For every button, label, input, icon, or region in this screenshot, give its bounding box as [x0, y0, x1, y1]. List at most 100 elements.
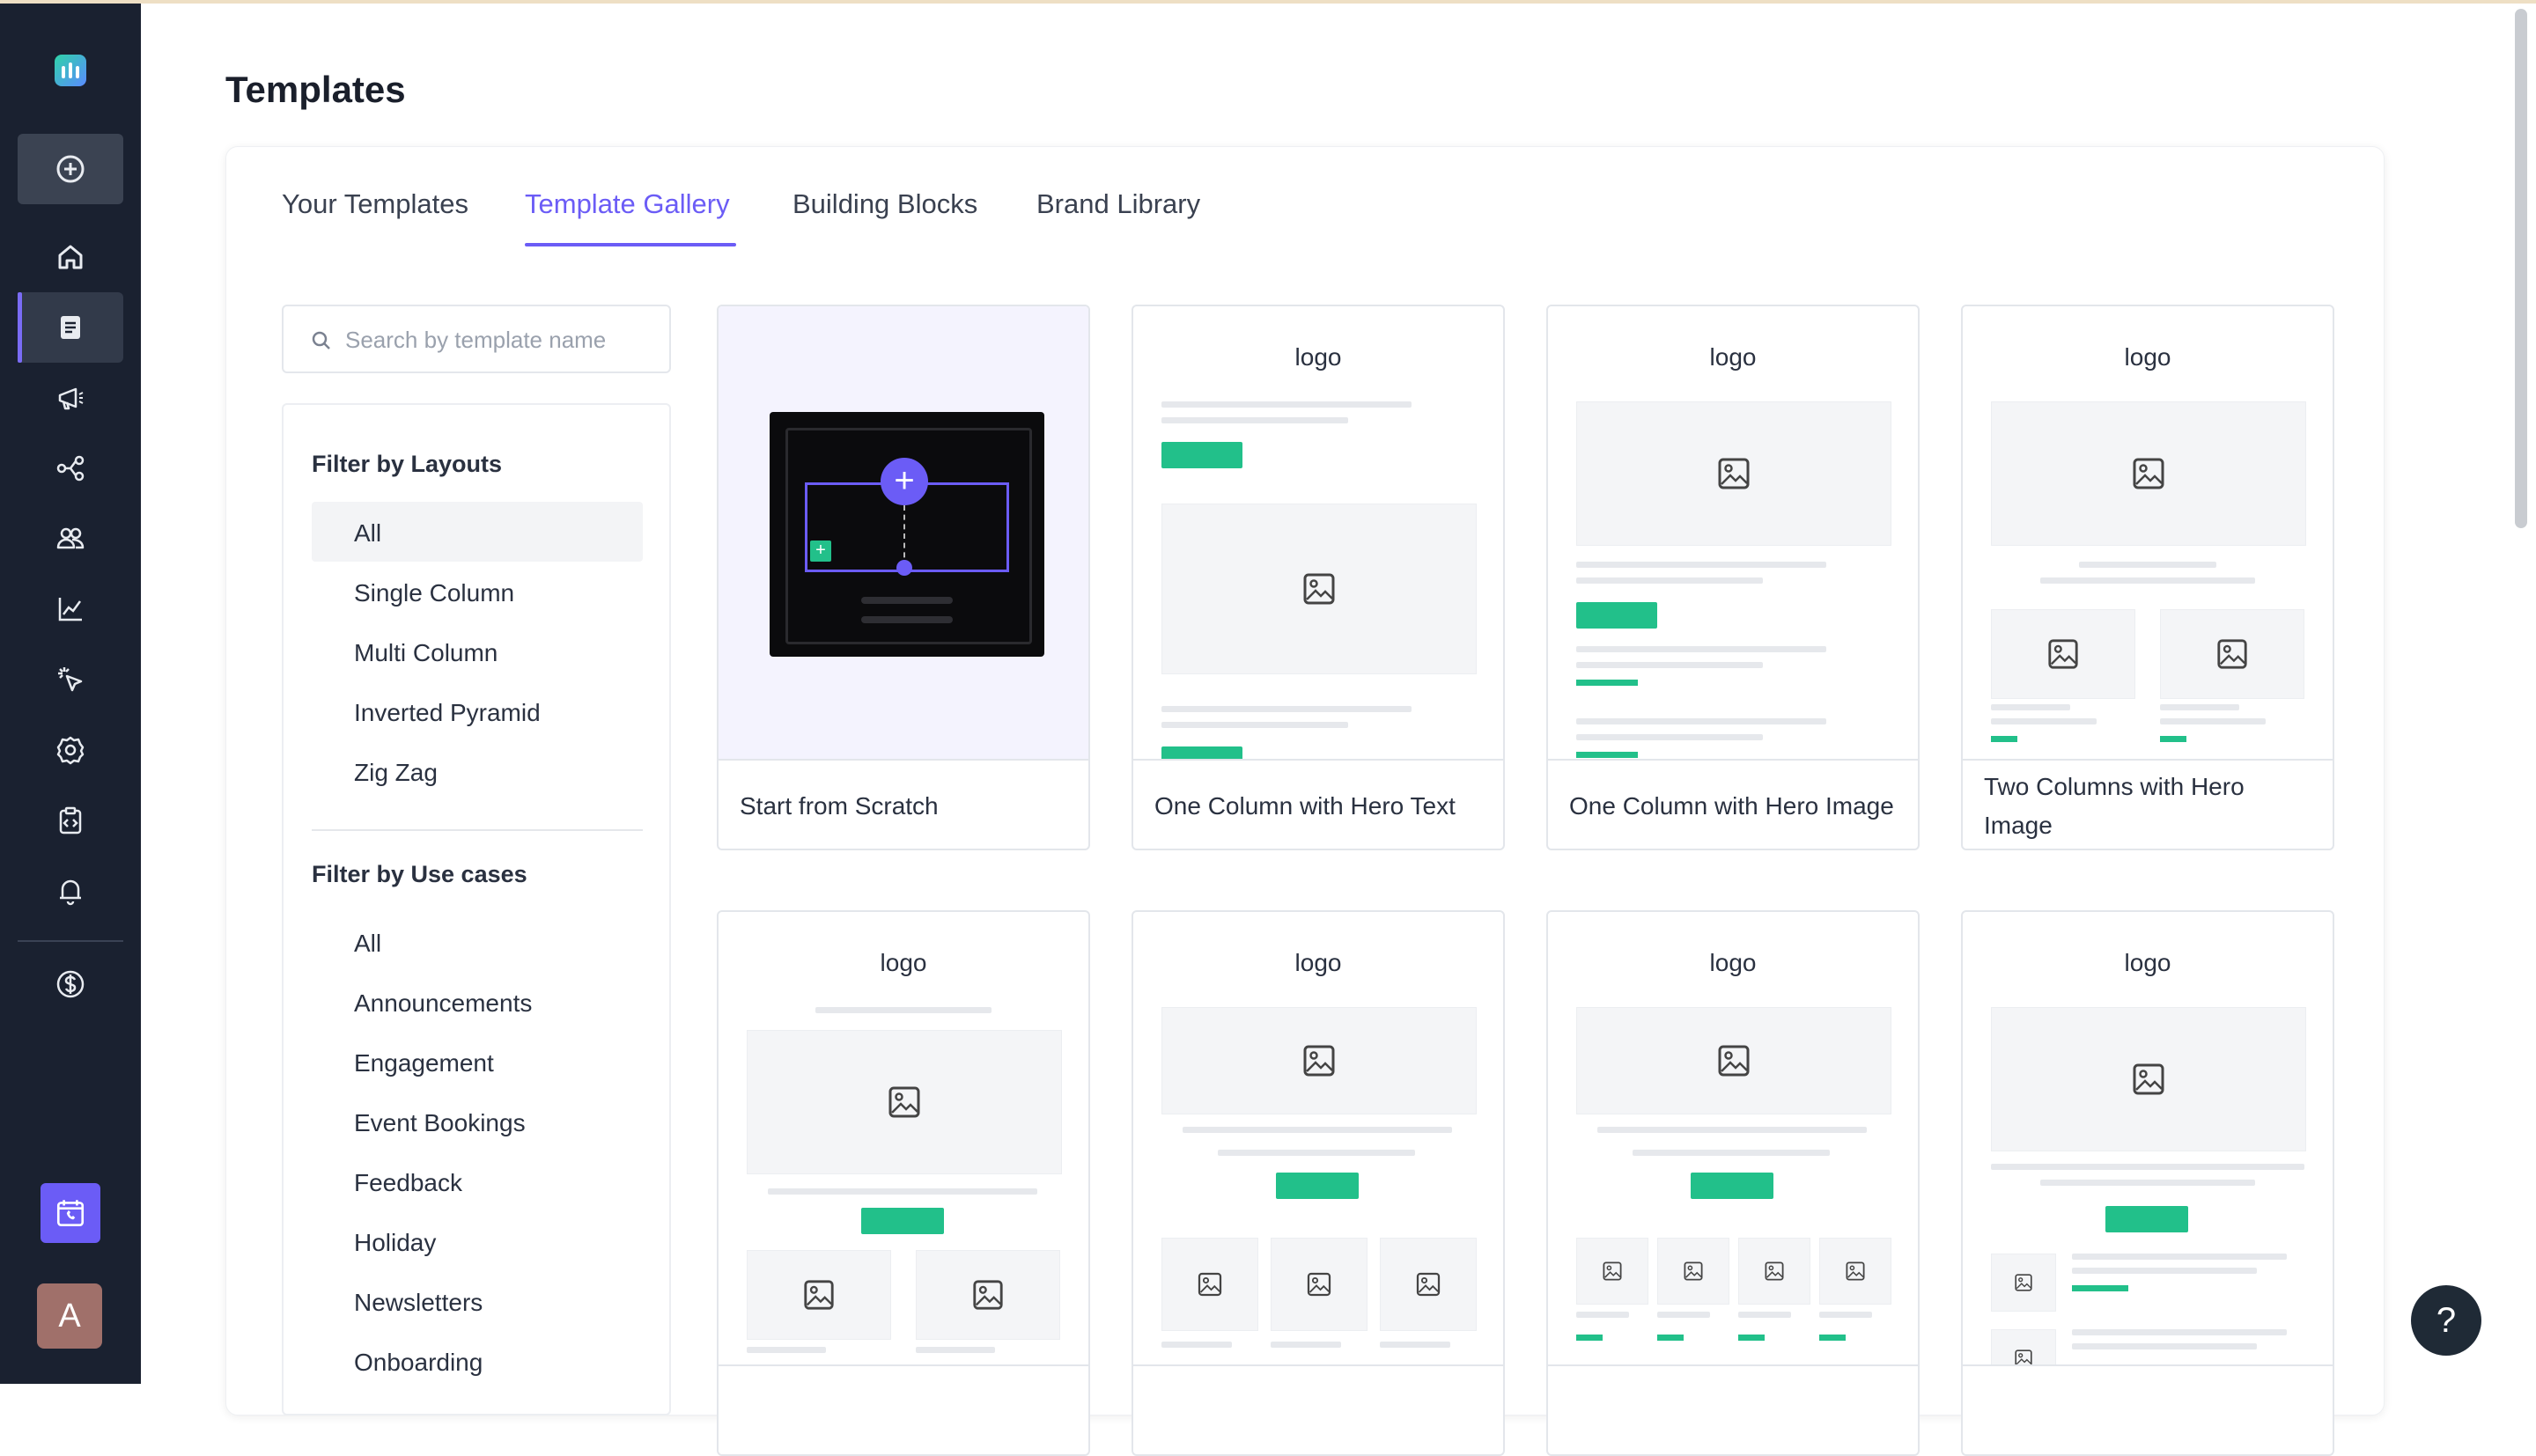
tab-building-blocks[interactable]: Building Blocks: [792, 188, 977, 220]
page-title: Templates: [225, 69, 406, 110]
dollar-icon[interactable]: [49, 963, 92, 1005]
template-preview: logo: [1963, 912, 2333, 1364]
filter-layout-zig-zag[interactable]: Zig Zag: [354, 759, 438, 787]
template-caption: Two Columns with Hero Image: [1963, 759, 2333, 849]
filter-layout-multi-column[interactable]: Multi Column: [354, 639, 498, 667]
add-block-icon: +: [881, 458, 928, 505]
image-placeholder-icon: [1991, 1007, 2306, 1151]
template-logo-text: logo: [1294, 949, 1342, 976]
filter-layout-inverted-pyramid[interactable]: Inverted Pyramid: [354, 699, 541, 727]
image-placeholder-icon: [1576, 1238, 1648, 1305]
template-card-one-column-hero-image[interactable]: logo One Column with Hero Image: [1546, 305, 1920, 850]
template-card-two-columns-title[interactable]: logo: [717, 910, 1090, 1456]
template-logo-text: logo: [1709, 949, 1757, 976]
template-preview: logo: [1133, 306, 1503, 759]
search-icon: [310, 329, 333, 357]
image-placeholder-icon: [916, 1250, 1060, 1340]
app-logo-icon[interactable]: [55, 55, 86, 86]
template-preview: + +: [719, 306, 1088, 759]
image-placeholder-icon: [1161, 1007, 1477, 1114]
filter-usecase-feedback[interactable]: Feedback: [354, 1169, 462, 1197]
filter-layout-all[interactable]: All: [354, 519, 381, 548]
filter-usecases-title: Filter by Use cases: [312, 861, 527, 887]
filter-usecase-event-bookings[interactable]: Event Bookings: [354, 1109, 526, 1137]
scrollbar[interactable]: [2515, 9, 2527, 528]
image-placeholder-icon: [1991, 401, 2306, 546]
image-placeholder-icon: [1576, 401, 1891, 546]
top-accent-line: [0, 0, 2536, 4]
template-preview: logo: [1548, 912, 1918, 1364]
help-button[interactable]: ?: [2411, 1285, 2481, 1356]
megaphone-icon[interactable]: [49, 377, 92, 419]
template-preview: logo: [1133, 912, 1503, 1364]
template-name: One Column with Hero Text: [1154, 792, 1456, 820]
template-caption: Start from Scratch: [719, 759, 1088, 849]
template-caption: [1133, 1364, 1503, 1454]
cursor-click-icon[interactable]: [49, 658, 92, 701]
template-preview: logo: [1548, 306, 1918, 759]
filter-divider: [312, 829, 643, 831]
template-card-two-columns-hero-image[interactable]: logo Two Columns with Hero Image: [1961, 305, 2334, 850]
template-icon[interactable]: [49, 306, 92, 349]
template-logo-text: logo: [2124, 949, 2171, 976]
image-placeholder-icon: [1819, 1238, 1891, 1305]
template-card-one-column-hero-text[interactable]: logo One Column with Hero Text: [1132, 305, 1505, 850]
image-placeholder-icon: [2160, 609, 2304, 699]
template-card-three-columns[interactable]: logo: [1132, 910, 1505, 1456]
active-indicator: [18, 292, 22, 363]
tab-your-templates[interactable]: Your Templates: [282, 188, 468, 220]
share-flow-icon[interactable]: [49, 447, 92, 489]
image-placeholder-icon: [1161, 504, 1477, 674]
filter-usecase-all[interactable]: All: [354, 930, 381, 958]
image-placeholder-icon: [1657, 1238, 1729, 1305]
sidebar: A: [0, 4, 141, 1384]
sidebar-divider: [18, 940, 123, 942]
image-placeholder-icon: [1576, 1007, 1891, 1114]
template-logo-text: logo: [2124, 343, 2171, 371]
template-name: One Column with Hero Image: [1569, 792, 1894, 820]
users-icon[interactable]: [49, 518, 92, 560]
template-card-four-columns[interactable]: logo: [1546, 910, 1920, 1456]
active-tab-indicator: [525, 243, 736, 246]
calendar-phone-icon[interactable]: [41, 1183, 100, 1243]
image-placeholder-icon: [747, 1250, 891, 1340]
search-box: [282, 305, 671, 373]
template-logo-text: logo: [1709, 343, 1757, 371]
template-caption: One Column with Hero Image: [1548, 759, 1918, 849]
search-input[interactable]: [343, 320, 655, 359]
avatar[interactable]: A: [37, 1283, 102, 1349]
tab-template-gallery[interactable]: Template Gallery: [525, 188, 730, 220]
plus-circle-icon[interactable]: [49, 148, 92, 190]
image-placeholder-icon: [747, 1030, 1062, 1174]
template-name: Start from Scratch: [740, 792, 939, 820]
image-placeholder-icon: [1991, 609, 2135, 699]
bell-icon[interactable]: [49, 870, 92, 912]
filter-usecase-newsletters[interactable]: Newsletters: [354, 1289, 483, 1317]
template-caption: [719, 1364, 1088, 1454]
code-clipboard-icon[interactable]: [49, 799, 92, 842]
settings-icon[interactable]: [49, 729, 92, 771]
filter-layout-single-column[interactable]: Single Column: [354, 579, 514, 607]
template-card-start-from-scratch[interactable]: + + Start from Scratch: [717, 305, 1090, 850]
image-placeholder-icon: [1380, 1238, 1477, 1331]
filter-usecase-onboarding[interactable]: Onboarding: [354, 1349, 483, 1377]
image-placeholder-icon: [1991, 1329, 2056, 1364]
image-placeholder-icon: [1738, 1238, 1810, 1305]
filter-usecase-holiday[interactable]: Holiday: [354, 1229, 436, 1257]
template-name: Two Columns with Hero Image: [1984, 773, 2245, 839]
template-preview: logo: [719, 912, 1088, 1364]
home-icon[interactable]: [49, 236, 92, 278]
image-placeholder-icon: [1991, 1254, 2056, 1312]
filter-usecase-engagement[interactable]: Engagement: [354, 1049, 494, 1077]
template-logo-text: logo: [1294, 343, 1342, 371]
template-preview: logo: [1963, 306, 2333, 759]
template-caption: [1963, 1364, 2333, 1454]
template-logo-text: logo: [880, 949, 927, 976]
filter-layouts-title: Filter by Layouts: [312, 451, 503, 477]
image-placeholder-icon: [1161, 1238, 1258, 1331]
tab-brand-library[interactable]: Brand Library: [1036, 188, 1200, 220]
image-placeholder-icon: [1271, 1238, 1368, 1331]
analytics-icon[interactable]: [49, 588, 92, 630]
template-card-one-column-small-images[interactable]: logo: [1961, 910, 2334, 1456]
filter-usecase-announcements[interactable]: Announcements: [354, 989, 532, 1018]
